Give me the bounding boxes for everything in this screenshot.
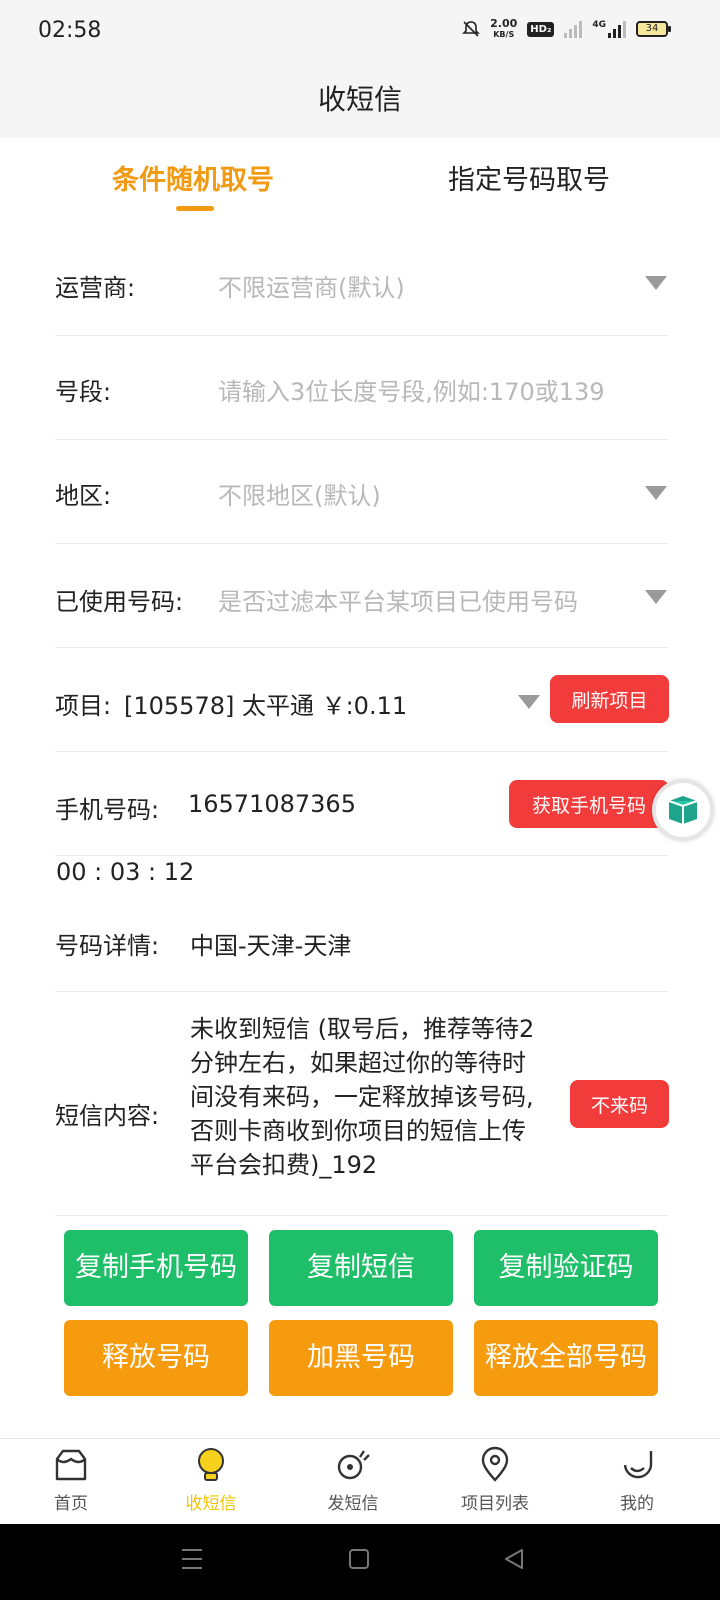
operator-label: 运营商:: [55, 274, 136, 302]
release-all-button[interactable]: 释放全部号码: [474, 1320, 658, 1396]
nav-send-sms-label: 发短信: [327, 1494, 379, 1514]
segment-input[interactable]: 请输入3位长度号段,例如:170或139: [218, 372, 605, 407]
title-bar: 收短信: [0, 62, 720, 138]
mute-bell-icon: [462, 21, 481, 37]
nav-project-list[interactable]: 项目列表: [450, 1445, 540, 1514]
operator-row[interactable]: 运营商: 不限运营商(默认): [55, 234, 669, 336]
sms-line: 间没有来码，一定释放掉该号码,: [190, 1083, 534, 1111]
release-number-button[interactable]: 释放号码: [64, 1320, 248, 1396]
sms-line: 未收到短信 (取号后，推荐等待2: [190, 1015, 535, 1043]
used-numbers-row[interactable]: 已使用号码: 是否过滤本平台某项目已使用号码: [55, 544, 669, 648]
sms-line: 分钟左右，如果超过你的等待时: [190, 1049, 526, 1077]
countdown-timer: 00 : 03 : 12: [56, 858, 195, 886]
get-phone-number-button[interactable]: 获取手机号码: [509, 780, 669, 828]
profile-icon: [623, 1451, 653, 1479]
chevron-down-icon[interactable]: [645, 590, 667, 604]
sms-line: 否则卡商收到你项目的短信上传: [190, 1117, 526, 1145]
blacklist-number-button[interactable]: 加黑号码: [269, 1320, 453, 1396]
send-icon: [337, 1450, 370, 1480]
signal-2-icon: 4G: [592, 20, 626, 38]
detail-value: 中国-天津-天津: [190, 932, 352, 960]
phone-number: 16571087365: [188, 790, 356, 818]
nav-project-list-label: 项目列表: [461, 1494, 529, 1514]
floating-assistant-button[interactable]: [652, 779, 714, 841]
tab-random-number[interactable]: 条件随机取号: [112, 158, 274, 197]
location-icon: [481, 1446, 509, 1482]
bulb-icon: [198, 1448, 224, 1481]
tab-bar: 条件随机取号 指定号码取号: [0, 138, 720, 224]
segment-row[interactable]: 号段: 请输入3位长度号段,例如:170或139: [55, 336, 669, 440]
nav-send-sms[interactable]: 发短信: [308, 1445, 398, 1514]
system-nav-bar: [0, 1524, 720, 1600]
nav-receive-sms[interactable]: 收短信: [166, 1445, 256, 1514]
project-row: 项目: [105578] 太平通 ￥:0.11 刷新项目: [55, 648, 669, 752]
copy-sms-button[interactable]: 复制短信: [269, 1230, 453, 1306]
hd-badge: HD₂: [527, 21, 555, 37]
copy-code-button[interactable]: 复制验证码: [474, 1230, 658, 1306]
nav-profile[interactable]: 我的: [592, 1445, 682, 1514]
nav-home-label: 首页: [54, 1494, 88, 1514]
chevron-down-icon[interactable]: [645, 276, 667, 290]
speed-value: 2.00: [490, 17, 518, 30]
active-tab-indicator: [176, 206, 214, 211]
sms-label: 短信内容:: [55, 1102, 160, 1130]
project-value[interactable]: [105578] 太平通 ￥:0.11: [124, 686, 407, 721]
status-time: 02:58: [38, 18, 102, 43]
menu-icon[interactable]: [180, 1546, 204, 1572]
back-triangle-icon[interactable]: [502, 1547, 526, 1571]
nav-profile-label: 我的: [620, 1494, 654, 1514]
detail-row: 号码详情: 中国-天津-天津: [55, 888, 669, 992]
copy-phone-button[interactable]: 复制手机号码: [64, 1230, 248, 1306]
battery-icon: 34: [636, 21, 671, 37]
no-code-button[interactable]: 不来码: [570, 1080, 669, 1128]
phone-label: 手机号码:: [55, 796, 160, 824]
used-numbers-label: 已使用号码:: [55, 588, 184, 616]
cube-icon: [668, 796, 698, 824]
speed-unit: KB/S: [493, 30, 515, 39]
operator-select[interactable]: 不限运营商(默认): [218, 268, 405, 303]
chevron-down-icon[interactable]: [518, 695, 540, 709]
segment-label: 号段:: [55, 378, 112, 406]
detail-label: 号码详情:: [55, 932, 160, 960]
page-title: 收短信: [317, 83, 402, 116]
refresh-project-button[interactable]: 刷新项目: [550, 675, 669, 723]
network-speed: 2.00 KB/S: [490, 18, 517, 40]
network-type: 4G: [592, 20, 606, 30]
region-label: 地区:: [55, 482, 112, 510]
home-square-icon[interactable]: [348, 1548, 370, 1570]
bottom-nav: 首页 收短信 发短信 项目列表 我的: [0, 1438, 720, 1524]
home-icon: [55, 1449, 87, 1481]
phone-row: 手机号码: 16571087365 获取手机号码: [55, 752, 669, 856]
used-numbers-select[interactable]: 是否过滤本平台某项目已使用号码: [218, 582, 578, 617]
region-select[interactable]: 不限地区(默认): [218, 476, 381, 511]
status-bar: 02:58 2.00 KB/S HD₂ 4G 34: [0, 0, 720, 62]
nav-home[interactable]: 首页: [26, 1445, 116, 1514]
region-row[interactable]: 地区: 不限地区(默认): [55, 440, 669, 544]
project-label: 项目:: [55, 692, 112, 720]
sms-line: 平台会扣费)_192: [190, 1151, 378, 1179]
signal-1-icon: [564, 20, 583, 38]
tab-specific-number[interactable]: 指定号码取号: [448, 158, 610, 197]
sms-content: 未收到短信 (取号后，推荐等待2 分钟左右，如果超过你的等待时 间没有来码，一定…: [190, 1012, 534, 1182]
nav-receive-sms-label: 收短信: [185, 1494, 237, 1514]
sms-row: 短信内容: 未收到短信 (取号后，推荐等待2 分钟左右，如果超过你的等待时 间没…: [55, 992, 669, 1216]
status-icons: 2.00 KB/S HD₂ 4G 34: [462, 18, 671, 40]
chevron-down-icon[interactable]: [645, 486, 667, 500]
